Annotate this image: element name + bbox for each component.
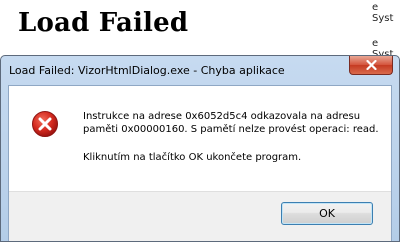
dialog-body: Instrukce na adrese 0x6052d5c4 odkazoval… xyxy=(8,85,392,241)
instruction-message: Kliknutím na tlačítko OK ukončete progra… xyxy=(83,152,302,163)
message-area: Instrukce na adrese 0x6052d5c4 odkazoval… xyxy=(9,86,391,191)
error-message: Instrukce na adrese 0x6052d5c4 odkazoval… xyxy=(83,111,379,135)
dialog-footer: OK xyxy=(9,191,391,241)
dialog-title: Load Failed: VizorHtmlDialog.exe - Chyba… xyxy=(9,64,285,77)
close-button[interactable] xyxy=(349,56,393,75)
background-heading: Load Failed xyxy=(18,8,189,38)
close-icon xyxy=(365,60,377,70)
background-side-text: e Syst xyxy=(372,2,394,24)
error-icon xyxy=(32,111,58,137)
ok-button[interactable]: OK xyxy=(281,202,373,225)
dialog-title-bar[interactable]: Load Failed: VizorHtmlDialog.exe - Chyba… xyxy=(1,56,399,85)
error-dialog: Load Failed: VizorHtmlDialog.exe - Chyba… xyxy=(0,55,400,242)
